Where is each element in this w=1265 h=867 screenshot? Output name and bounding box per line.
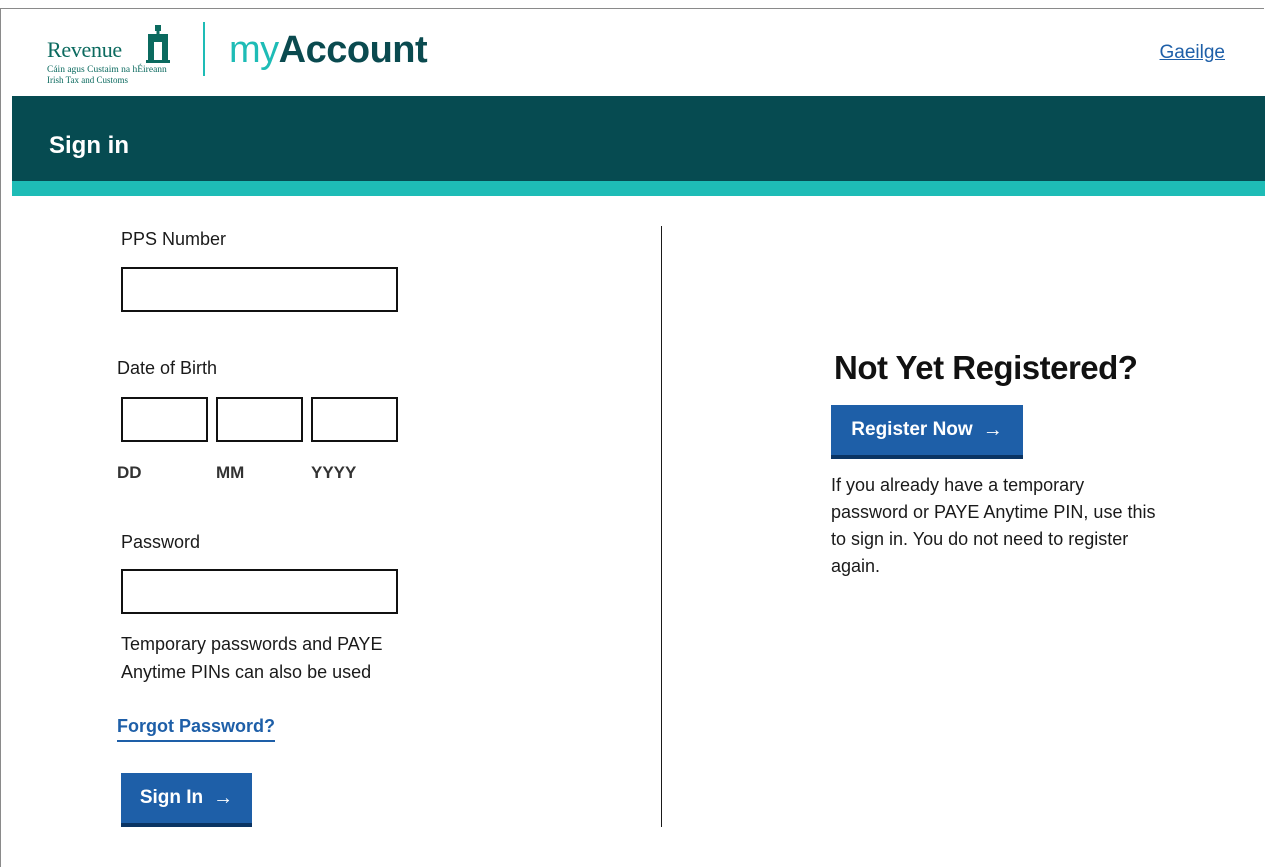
pps-field <box>121 267 398 312</box>
sign-in-button-label: Sign In <box>139 787 204 808</box>
header-divider <box>203 22 205 76</box>
arrow-right-icon: → <box>982 418 1003 441</box>
banner-accent-stripe <box>12 181 1265 196</box>
dob-year-hint: YYYY <box>311 463 357 482</box>
dob-month-field <box>216 397 303 442</box>
register-heading: Not Yet Registered? <box>834 349 1138 386</box>
page-banner: Sign in <box>12 96 1265 181</box>
forgot-password-link[interactable]: Forgot Password? <box>117 716 276 742</box>
revenue-crest-icon <box>146 25 170 63</box>
logo-subtitle-english: Irish Tax and Customs <box>47 75 128 85</box>
dob-year-field <box>311 397 398 442</box>
dob-day-hint: DD <box>117 463 142 482</box>
dob-day-input[interactable] <box>123 399 206 440</box>
pps-label: PPS Number <box>121 229 227 249</box>
dob-label: Date of Birth <box>117 358 218 378</box>
password-hint: Temporary passwords and PAYE Anytime PIN… <box>121 634 383 682</box>
language-toggle-link[interactable]: Gaeilge <box>1160 42 1226 64</box>
register-info-text: If you already have a temporary password… <box>831 475 1156 576</box>
password-label: Password <box>121 532 201 552</box>
register-button-label: Register Now <box>851 419 973 440</box>
sign-in-button[interactable]: Sign In → <box>121 773 252 827</box>
logo-wordmark: Revenue <box>47 37 122 62</box>
register-now-button[interactable]: Register Now → <box>831 405 1023 459</box>
logo-subtitle-irish: Cáin agus Custaim na hÉireann <box>47 65 167 75</box>
password-field <box>121 569 398 614</box>
app-title-suffix: Account <box>278 29 428 71</box>
dob-year-input[interactable] <box>313 399 396 440</box>
dob-month-hint: MM <box>216 463 245 482</box>
dob-month-input[interactable] <box>218 399 301 440</box>
dob-day-field <box>121 397 208 442</box>
page-title: Sign in <box>49 132 129 159</box>
arrow-right-icon: → <box>213 786 234 809</box>
revenue-logo[interactable]: Revenue Cáin agus Custaim na hÉireann Ir… <box>47 25 177 85</box>
password-input[interactable] <box>123 571 396 612</box>
pps-input[interactable] <box>123 269 396 310</box>
app-title: myAccount <box>229 28 428 72</box>
app-title-prefix: my <box>229 29 279 71</box>
column-divider <box>661 226 662 827</box>
